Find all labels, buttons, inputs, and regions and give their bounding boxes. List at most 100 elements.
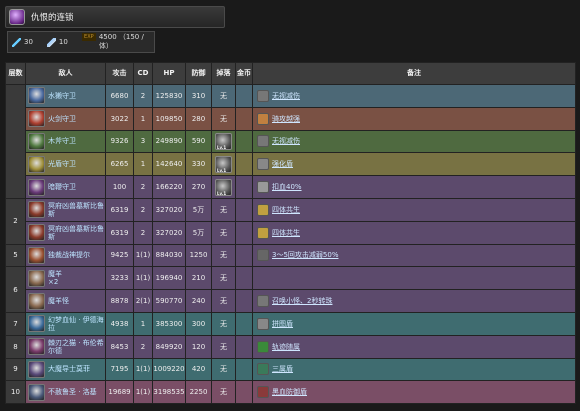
hp-value: 166220 [152, 175, 186, 199]
drop-item-icon[interactable]: Lv.1 [215, 178, 232, 196]
enemy-avatar[interactable] [28, 315, 45, 333]
layer-cell: 6 [5, 266, 26, 313]
enemy-name[interactable]: 独裁战神提尔 [48, 251, 90, 259]
skill-link[interactable]: 轨迹随属 [272, 342, 300, 352]
attack-value: 3233 [105, 266, 134, 291]
enemy-avatar[interactable] [28, 110, 45, 128]
enemy-name[interactable]: 水獭守卫 [48, 92, 76, 100]
layer-cell: 7 [5, 311, 26, 336]
table-row: 7 幻梦血仙 · 伊德海拉 4938 1 385300 300 无 拼图盾 [5, 311, 576, 336]
hp-value: 196940 [152, 266, 186, 291]
drop-item-icon[interactable]: Lv.1 [215, 132, 232, 150]
note-cell: 三属盾 [252, 357, 576, 382]
enemy-name[interactable]: 魔羊怪 [48, 297, 69, 305]
enemy-avatar[interactable] [28, 338, 45, 356]
layer-cell: 5 [5, 243, 26, 268]
gold-cell [235, 334, 253, 359]
gold-cell [235, 152, 253, 177]
skill-link[interactable]: 无视减伤 [272, 136, 300, 146]
enemy-avatar[interactable] [28, 383, 45, 401]
skill-link[interactable]: 拼图盾 [272, 319, 293, 329]
enemy-cell: 冥府凶兽墓斯比鲁斯 [25, 220, 106, 245]
enemy-avatar[interactable] [28, 155, 45, 173]
table-row: 火剑守卫 3022 1 109850 280 无 骑攻越强 [6, 106, 576, 131]
cd-value: 2 [133, 175, 153, 199]
skill-link[interactable]: 四体共生 [272, 228, 300, 238]
skill-link[interactable]: 无视减伤 [272, 91, 300, 101]
drop-item-icon[interactable]: Lv.1 [215, 155, 232, 173]
attack-value: 100 [105, 175, 134, 199]
defense-value: 330 [185, 152, 212, 177]
gold-cell [235, 106, 253, 131]
attack-stat: 30 [12, 37, 33, 47]
gold-cell [235, 289, 253, 313]
enemy-avatar[interactable] [28, 224, 45, 242]
skill-link[interactable]: 四体共生 [272, 205, 300, 215]
crystal-icon [46, 37, 56, 47]
note-cell: 扣血40% [252, 175, 576, 199]
note-cell: 黑血防御盾 [252, 380, 576, 405]
defense-value: 300 [185, 311, 212, 336]
hp-value: 327020 [152, 197, 186, 222]
enemy-name[interactable]: 暗鞭守卫 [48, 183, 76, 191]
drop-cell: Lv.1 [211, 129, 236, 154]
note-cell: 召唤小怪、2秒转珠 [252, 289, 576, 313]
attack-value: 6319 [105, 197, 134, 222]
drop-cell: 无 [211, 357, 236, 382]
defense-value: 280 [185, 106, 212, 131]
skill-link[interactable]: 强化盾 [272, 159, 293, 169]
drop-cell: 无 [211, 106, 236, 131]
defense-value: 1250 [185, 243, 212, 268]
header-hp: HP [152, 62, 186, 85]
table-row: 6 魔羊 ×2 3233 1(1) 196940 210 无 [5, 266, 576, 313]
enemy-name[interactable]: 棘刃之猫 · 布伦希尔德 [48, 339, 105, 355]
layer-cell: 2 [5, 197, 26, 245]
sword-icon [12, 37, 21, 47]
skill-link[interactable]: 黑血防御盾 [272, 387, 307, 397]
gold-cell [235, 84, 253, 108]
enemy-name[interactable]: 魔羊 ×2 [48, 270, 62, 286]
enemy-name[interactable]: 木斧守卫 [48, 137, 76, 145]
skill-icon [257, 181, 269, 194]
enemy-name[interactable]: 冥府凶兽墓斯比鲁斯 [48, 202, 105, 218]
enemy-avatar[interactable] [28, 292, 45, 310]
gold-cell [235, 357, 253, 382]
attack-value: 3022 [105, 106, 134, 131]
enemy-name[interactable]: 火剑守卫 [48, 115, 76, 123]
skill-link[interactable]: 骑攻越强 [272, 114, 300, 124]
enemy-cell: 棘刃之猫 · 布伦希尔德 [25, 334, 106, 359]
enemy-avatar[interactable] [28, 246, 45, 264]
skill-link[interactable]: 3～5回攻击减弱50% [272, 250, 338, 260]
skill-icon [257, 158, 269, 171]
window-header: 仇恨的连锁 [5, 6, 225, 28]
layer-cell [5, 84, 26, 199]
cd-value: 1 [133, 152, 153, 177]
attack-value: 30 [24, 38, 33, 46]
enemy-avatar[interactable] [28, 132, 45, 150]
hp-value: 849920 [152, 334, 186, 359]
enemy-name[interactable]: 冥府凶兽墓斯比鲁斯 [48, 225, 105, 241]
enemy-avatar[interactable] [28, 269, 45, 287]
gold-cell [235, 311, 253, 336]
skill-link[interactable]: 扣血40% [272, 182, 302, 192]
enemy-avatar[interactable] [28, 178, 45, 196]
skill-icon [257, 203, 269, 216]
enemy-name[interactable]: 幻梦血仙 · 伊德海拉 [48, 316, 105, 332]
attack-value: 19689 [105, 380, 134, 405]
table-row: 光盾守卫 6265 1 142640 330 Lv.1 强化盾 [6, 152, 576, 177]
enemy-name[interactable]: 大魔导士莫菲 [48, 365, 90, 373]
skill-link[interactable]: 召唤小怪、2秒转珠 [272, 296, 332, 306]
hp-value: 3198535 [152, 380, 186, 405]
enemy-cell: 光盾守卫 [25, 152, 106, 177]
enemy-avatar[interactable] [28, 201, 45, 219]
enemy-name[interactable]: 光盾守卫 [48, 160, 76, 168]
defense-value: 2250 [185, 380, 212, 405]
enemy-name[interactable]: 不赦鲁圣 · 洛基 [48, 388, 97, 396]
enemy-avatar[interactable] [28, 87, 45, 105]
note-cell: 强化盾 [252, 152, 576, 177]
enemy-avatar[interactable] [28, 360, 45, 378]
defense-value: 120 [185, 334, 212, 359]
cd-value: 2 [133, 220, 153, 245]
note-cell: 四体共生 [252, 197, 576, 222]
skill-link[interactable]: 三属盾 [272, 364, 293, 374]
